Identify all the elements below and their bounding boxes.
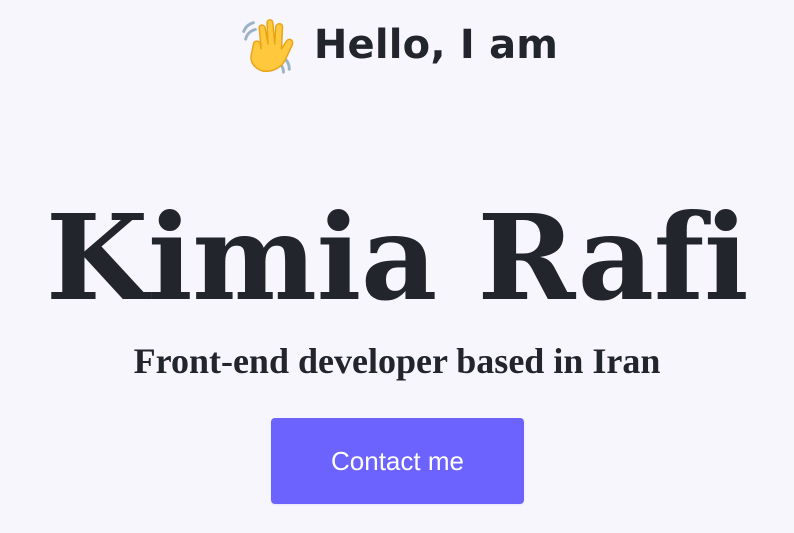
hero-name: Kimia Rafi xyxy=(45,188,749,328)
greeting-text: Hello, I am xyxy=(313,22,559,68)
waving-hand-icon xyxy=(236,14,298,76)
greeting: Hello, I am xyxy=(0,14,794,76)
hero-section: Hello, I am Kimia Rafi Front-end develop… xyxy=(0,0,794,533)
hero-subtitle: Front-end developer based in Iran xyxy=(133,341,661,381)
contact-button[interactable]: Contact me xyxy=(271,418,524,504)
